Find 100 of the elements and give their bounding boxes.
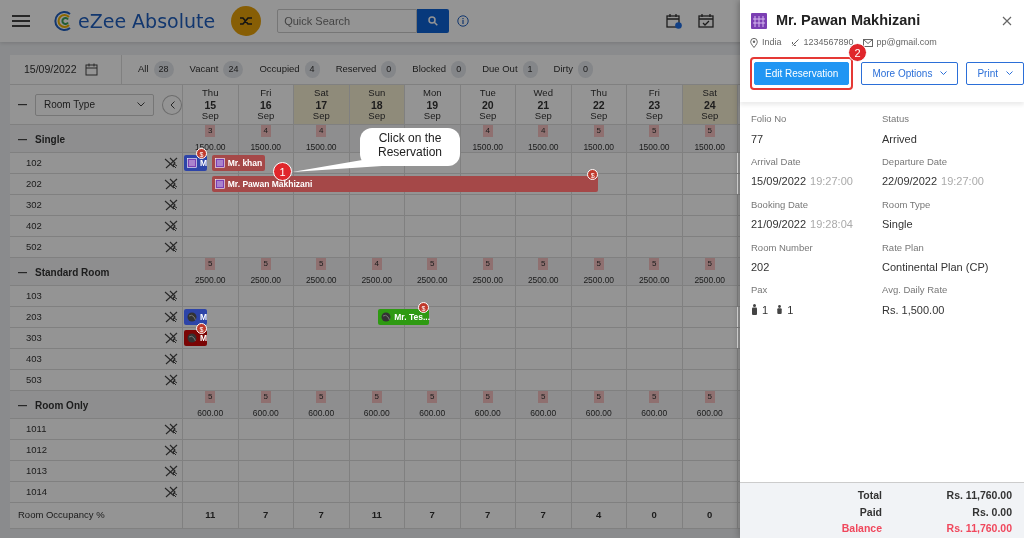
- weekday: Mon: [422, 88, 443, 99]
- calendar-icon[interactable]: [84, 63, 98, 76]
- total-label: Total: [856, 488, 882, 503]
- day-number: 24: [702, 98, 717, 111]
- broom-icon[interactable]: [164, 156, 178, 170]
- occupancy-value: 7: [429, 508, 435, 523]
- field-value: 22/09/2022: [882, 174, 938, 190]
- occupancy-value: 0: [651, 508, 657, 523]
- occupancy-value: 7: [485, 508, 491, 523]
- availability-count: 5: [704, 258, 715, 270]
- broom-icon[interactable]: [164, 331, 178, 345]
- search-button[interactable]: [417, 9, 450, 33]
- search-field[interactable]: Quick Search: [277, 9, 418, 33]
- broom-icon[interactable]: [164, 443, 178, 457]
- rate-text: 2500.00: [527, 274, 559, 287]
- field-label: Room Type: [882, 197, 932, 212]
- month: Sep: [644, 111, 664, 122]
- availability-count: 4: [482, 125, 493, 137]
- field-label: Pax: [751, 283, 769, 298]
- weekday: Sat: [701, 88, 718, 99]
- options-button[interactable]: Print: [966, 62, 1024, 86]
- total-amount: Rs. 11,760.00: [945, 488, 1012, 503]
- filter-label[interactable]: Occupied: [259, 62, 300, 77]
- calendar-check-icon[interactable]: [698, 13, 714, 29]
- rate-text: 2500.00: [583, 274, 615, 287]
- info-icon[interactable]: [457, 15, 470, 27]
- count-badge: 0: [381, 60, 397, 79]
- filter-label[interactable]: Dirty: [553, 62, 574, 77]
- guest-name: M: [200, 157, 208, 170]
- filter-label[interactable]: Reserved: [335, 62, 377, 77]
- room-type-select[interactable]: Room Type: [35, 93, 155, 116]
- field-label: Avg. Daily Rate: [882, 283, 949, 298]
- close-icon[interactable]: [1002, 15, 1012, 26]
- rate-text: 1500.00: [638, 141, 670, 154]
- rate-text: 600.00: [197, 407, 224, 420]
- day-number: 20: [480, 98, 495, 111]
- guest-name: Mr. Tes...: [394, 311, 430, 324]
- total-amount: Rs. 11,760.00: [945, 521, 1012, 537]
- building-icon: [214, 158, 225, 168]
- room-number: 502: [26, 239, 42, 254]
- rate-text: 2500.00: [194, 274, 226, 287]
- broom-icon[interactable]: [164, 485, 178, 499]
- shuffle-button[interactable]: [231, 6, 262, 36]
- time-text: 19:27:00: [810, 174, 853, 190]
- room-type-name: Standard Room: [35, 265, 110, 280]
- count-badge: 28: [153, 60, 174, 79]
- edit-button[interactable]: Edit Reservation: [754, 62, 850, 86]
- filter-label[interactable]: All: [138, 62, 149, 77]
- menu-icon[interactable]: [12, 14, 30, 28]
- broom-icon[interactable]: [164, 219, 178, 233]
- rate-text: 600.00: [585, 407, 612, 420]
- reservation-bar[interactable]: Mr. khan: [211, 155, 266, 171]
- reservation-bar[interactable]: M: [184, 309, 207, 325]
- room-number: 402: [26, 218, 42, 233]
- broom-icon[interactable]: [164, 422, 178, 436]
- field-label: Booking Date: [751, 197, 810, 212]
- month: Sep: [700, 111, 720, 122]
- rate-text: 1500.00: [472, 141, 504, 154]
- calendar-add-icon[interactable]: [666, 13, 682, 29]
- availability-count: 5: [260, 391, 271, 403]
- occupancy-value: 7: [263, 508, 269, 523]
- field-label: Folio No: [751, 112, 788, 127]
- search-icon: [428, 16, 439, 26]
- broom-icon[interactable]: [164, 198, 178, 212]
- count-badge: 24: [223, 60, 244, 79]
- broom-icon[interactable]: [164, 177, 178, 191]
- options-button[interactable]: More Options: [861, 62, 959, 86]
- availability-count: 5: [704, 125, 715, 137]
- broom-icon[interactable]: [164, 310, 178, 324]
- field-value: Continental Plan (CP): [882, 259, 989, 275]
- day-number: 23: [647, 98, 662, 111]
- occupancy-value: 7: [540, 508, 546, 523]
- broom-icon[interactable]: [164, 464, 178, 478]
- month: Sep: [422, 111, 442, 122]
- guest-name: Mr. Pawan Makhizani: [776, 11, 921, 30]
- broom-icon[interactable]: [164, 240, 178, 254]
- occupancy-value: 7: [318, 508, 324, 523]
- broom-icon[interactable]: [164, 373, 178, 387]
- rate-text: 1500.00: [694, 141, 726, 154]
- building-icon: [187, 158, 197, 168]
- field-label: Departure Date: [882, 155, 948, 169]
- child-icon: [776, 305, 784, 315]
- globe-icon: [381, 312, 392, 322]
- broom-icon[interactable]: [164, 352, 178, 366]
- location-icon: [750, 37, 758, 48]
- month: Sep: [200, 111, 220, 122]
- filter-label[interactable]: Vacant: [189, 62, 219, 77]
- field-label: Arrival Date: [751, 155, 802, 169]
- month: Sep: [533, 111, 553, 122]
- broom-icon[interactable]: [164, 289, 178, 303]
- availability-count: 5: [316, 258, 327, 270]
- room-number: 503: [26, 372, 42, 387]
- filter-label[interactable]: Due Out: [482, 62, 518, 77]
- day-number: 16: [258, 98, 273, 111]
- availability-count: 5: [538, 391, 549, 403]
- field-value: Rs. 1,500.00: [882, 302, 945, 318]
- field-value: 202: [751, 259, 770, 275]
- time-text: 19:27:00: [941, 174, 984, 190]
- filter-label[interactable]: Blocked: [412, 62, 447, 77]
- field-value: 77: [751, 131, 764, 147]
